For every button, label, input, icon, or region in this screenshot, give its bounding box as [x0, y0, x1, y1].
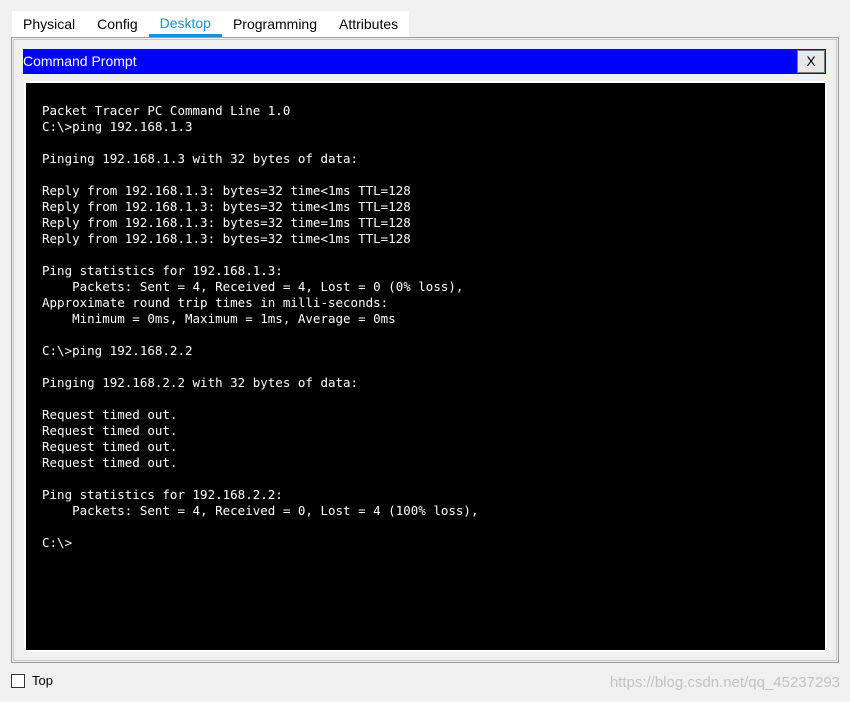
terminal-output: Packet Tracer PC Command Line 1.0 C:\>pi…: [42, 103, 479, 550]
desktop-panel: Command Prompt X Packet Tracer PC Comman…: [11, 37, 839, 663]
device-tab-bar: Physical Config Desktop Programming Attr…: [12, 11, 410, 37]
tab-physical[interactable]: Physical: [12, 11, 86, 37]
top-option: Top: [11, 673, 53, 688]
tab-attributes[interactable]: Attributes: [328, 11, 409, 37]
top-checkbox[interactable]: [11, 673, 25, 688]
tab-config[interactable]: Config: [86, 11, 148, 37]
tab-desktop[interactable]: Desktop: [148, 11, 222, 37]
tab-programming[interactable]: Programming: [222, 11, 328, 37]
top-checkbox-label: Top: [32, 673, 53, 688]
terminal-area[interactable]: Packet Tracer PC Command Line 1.0 C:\>pi…: [24, 81, 827, 652]
command-prompt-titlebar: Command Prompt X: [23, 49, 826, 74]
close-button[interactable]: X: [797, 50, 825, 73]
window-title: Command Prompt: [23, 53, 137, 69]
watermark-text: https://blog.csdn.net/qq_45237293: [609, 674, 840, 691]
